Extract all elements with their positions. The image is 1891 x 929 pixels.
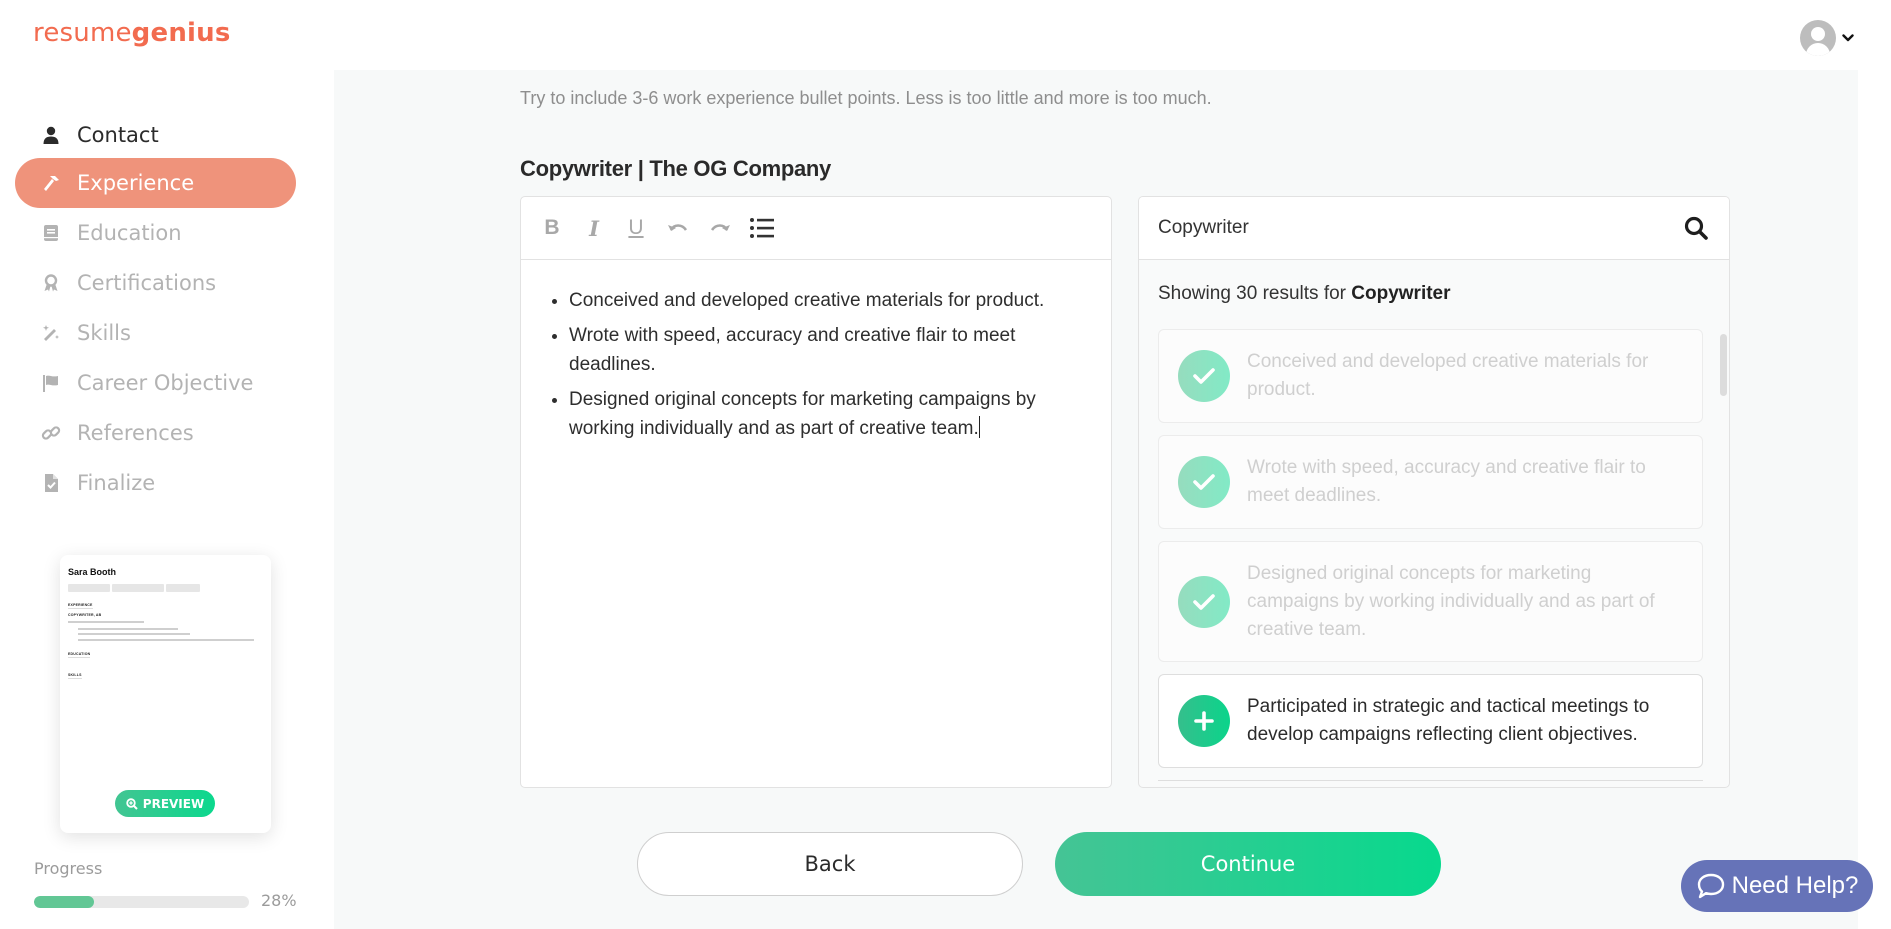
bullet-item-text: Designed original concepts for marketing…: [569, 389, 1036, 439]
sidebar-item-label: Finalize: [77, 471, 156, 495]
sidebar-item-label: References: [77, 421, 194, 445]
plus-icon: [1178, 695, 1230, 747]
file-check-icon: [39, 471, 63, 495]
preview-name: Sara Booth: [68, 567, 117, 577]
results-count-term: Copywriter: [1351, 283, 1451, 304]
sidebar-item-references[interactable]: References: [15, 408, 296, 458]
underline-button[interactable]: U: [623, 215, 649, 241]
sidebar-item-label: Experience: [77, 171, 195, 195]
need-help-button[interactable]: Need Help?: [1681, 860, 1873, 912]
progress-percent: 28%: [261, 891, 297, 910]
bullet-points-hint: Try to include 3-6 work experience bulle…: [520, 88, 1212, 108]
preview-chip: [166, 584, 200, 592]
preview-section-skills: SKILLS: [68, 673, 82, 679]
progress-bar-fill: [34, 896, 95, 908]
preview-text-line: [68, 621, 144, 623]
preview-text-line: [78, 633, 190, 635]
editor-text-area[interactable]: Conceived and developed creative materia…: [521, 260, 1111, 443]
sidebar-item-education[interactable]: Education: [15, 208, 296, 258]
bullet-item[interactable]: Wrote with speed, accuracy and creative …: [569, 321, 1087, 379]
back-button[interactable]: Back: [637, 832, 1023, 896]
sidebar-item-label: Skills: [77, 321, 131, 345]
avatar-icon: [1800, 20, 1836, 56]
preview-button[interactable]: PREVIEW: [115, 790, 215, 817]
continue-button[interactable]: Continue: [1055, 832, 1441, 896]
sidebar-item-finalize[interactable]: Finalize: [15, 458, 296, 508]
results-count-prefix: Showing 30 results for: [1158, 283, 1352, 304]
need-help-label: Need Help?: [1731, 872, 1859, 899]
list-icon: [750, 218, 774, 238]
check-icon: [1178, 350, 1230, 402]
sidebar-item-contact[interactable]: Contact: [15, 110, 296, 160]
check-icon: [1178, 575, 1230, 628]
job-title-search-input[interactable]: [1158, 217, 1638, 239]
main-content: Try to include 3-6 work experience bulle…: [334, 70, 1858, 929]
preview-chip: [68, 584, 110, 592]
user-icon: [39, 123, 63, 147]
user-menu[interactable]: [1800, 20, 1854, 56]
preview-button-label: PREVIEW: [142, 796, 205, 811]
sidebar-item-label: Career Objective: [77, 371, 254, 395]
book-icon: [39, 221, 63, 245]
suggestion-item[interactable]: Designed original concepts for marketing…: [1158, 541, 1703, 662]
award-icon: [39, 271, 63, 295]
hammer-icon: [39, 171, 63, 195]
preview-job-line: COPYWRITER, AB: [68, 613, 102, 617]
resume-preview-card[interactable]: Sara Booth EXPERIENCE COPYWRITER, AB EDU…: [60, 555, 271, 833]
preview-chip: [112, 584, 164, 592]
suggestions-panel: Showing 30 results for Copywriter Concei…: [1138, 196, 1730, 788]
suggestion-item[interactable]: Participated in strategic and tactical m…: [1158, 674, 1703, 768]
results-count: Showing 30 results for Copywriter: [1158, 283, 1451, 305]
redo-icon: [710, 224, 730, 231]
preview-section-education: EDUCATION: [68, 652, 91, 658]
suggestions-scrollbar[interactable]: [1720, 334, 1727, 396]
preview-contact-chips: [68, 584, 200, 592]
suggestion-text: Wrote with speed, accuracy and creative …: [1247, 457, 1646, 506]
suggestion-item[interactable]: Wrote with speed, accuracy and creative …: [1158, 435, 1703, 529]
sidebar-item-experience[interactable]: Experience: [15, 158, 296, 208]
chevron-down-icon: [1842, 34, 1854, 42]
sidebar-item-certifications[interactable]: Certifications: [15, 258, 296, 308]
suggestion-text: Conceived and developed creative materia…: [1247, 351, 1649, 400]
sidebar-item-skills[interactable]: Skills: [15, 308, 296, 358]
undo-icon: [668, 224, 688, 231]
bullet-list-button[interactable]: [749, 215, 775, 241]
preview-section-experience: EXPERIENCE: [68, 603, 93, 609]
undo-button[interactable]: [665, 215, 691, 241]
editor-toolbar: B I U: [521, 197, 1111, 260]
bullet-item[interactable]: Designed original concepts for marketing…: [569, 385, 1087, 443]
sidebar-item-label: Education: [77, 221, 182, 245]
link-icon: [39, 421, 63, 445]
search-icon[interactable]: [1683, 215, 1709, 241]
logo-text-light: resume: [33, 18, 132, 48]
job-title-heading: Copywriter | The OG Company: [520, 156, 831, 181]
chat-bubble-icon: [1697, 873, 1724, 899]
suggestion-search: [1139, 197, 1729, 260]
flag-icon: [39, 371, 63, 395]
redo-button[interactable]: [707, 215, 733, 241]
progress-bar: [34, 896, 249, 908]
bold-button[interactable]: B: [539, 215, 565, 241]
italic-button[interactable]: I: [581, 215, 607, 241]
suggestion-item[interactable]: Conceived and developed creative materia…: [1158, 329, 1703, 423]
preview-text-line: [78, 628, 178, 630]
bullet-editor: B I U Conceived and developed creative m…: [520, 196, 1112, 788]
suggestion-text: Participated in strategic and tactical m…: [1247, 696, 1650, 745]
preview-text-line: [78, 639, 254, 641]
progress-label: Progress: [34, 859, 103, 878]
check-icon: [1178, 456, 1230, 508]
bullet-item[interactable]: Conceived and developed creative materia…: [569, 286, 1087, 315]
zoom-in-icon: [126, 797, 138, 810]
sidebar-item-career-objective[interactable]: Career Objective: [15, 358, 296, 408]
suggestion-list: Conceived and developed creative materia…: [1158, 329, 1703, 784]
resumegenius-logo[interactable]: resumegenius: [33, 18, 231, 48]
sidebar-item-label: Contact: [77, 123, 159, 147]
magic-wand-icon: [39, 321, 63, 345]
logo-text-bold: genius: [131, 18, 231, 48]
suggestion-text: Designed original concepts for marketing…: [1247, 562, 1655, 640]
sidebar-item-label: Certifications: [77, 271, 217, 295]
text-cursor: [978, 416, 980, 438]
suggestion-item-partial: [1158, 780, 1703, 784]
